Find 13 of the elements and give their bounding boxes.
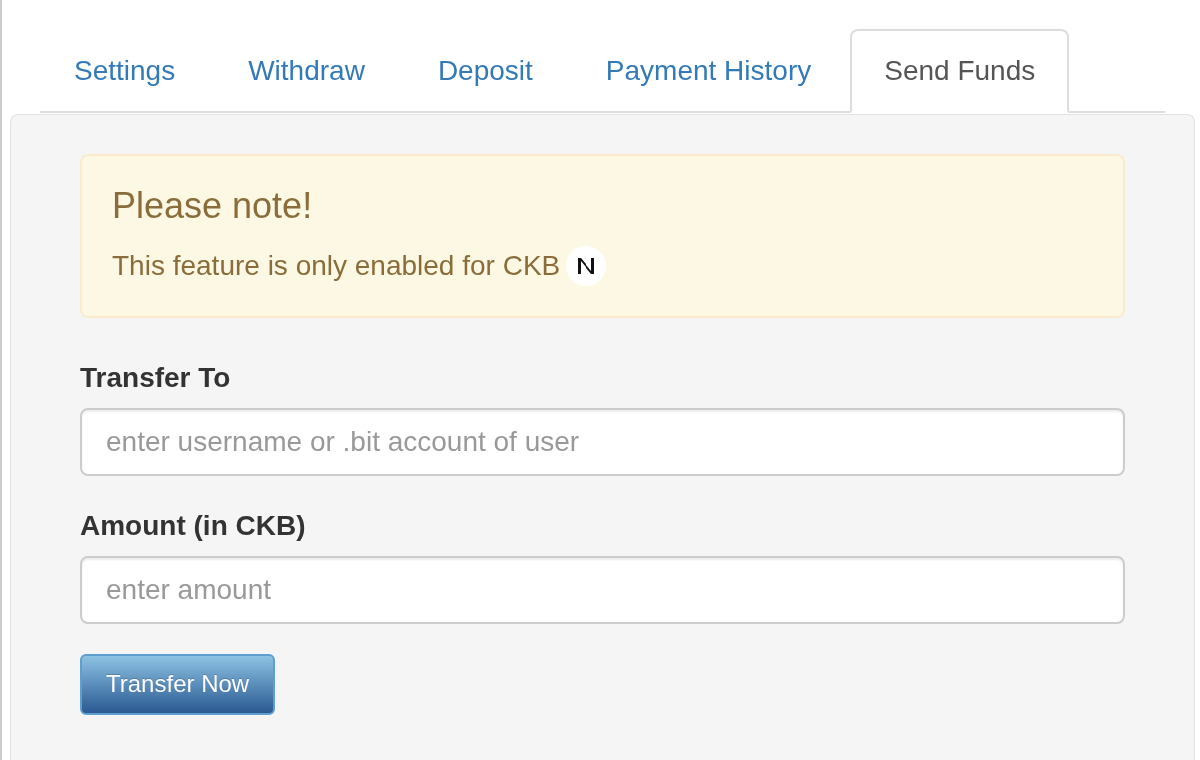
tab[interactable]: Withdraw bbox=[214, 29, 399, 113]
tab[interactable]: Deposit bbox=[403, 29, 567, 113]
notice-text: This feature is only enabled for CKB bbox=[112, 248, 561, 283]
field-label: Amount (in CKB) bbox=[80, 508, 306, 543]
transfer-to-field[interactable]: enter username or .bit account of user bbox=[80, 407, 1125, 476]
tab[interactable]: Payment History bbox=[571, 29, 846, 113]
tab[interactable]: Settings bbox=[40, 29, 210, 113]
logo-icon bbox=[566, 245, 607, 286]
tab[interactable]: Send Funds bbox=[850, 29, 1070, 113]
notice-title: Please note! bbox=[112, 186, 313, 226]
field-label: Transfer To bbox=[80, 360, 231, 395]
transfer-now-button[interactable]: Transfer Now bbox=[80, 653, 276, 715]
amount-field[interactable]: enter amount bbox=[80, 555, 1125, 624]
